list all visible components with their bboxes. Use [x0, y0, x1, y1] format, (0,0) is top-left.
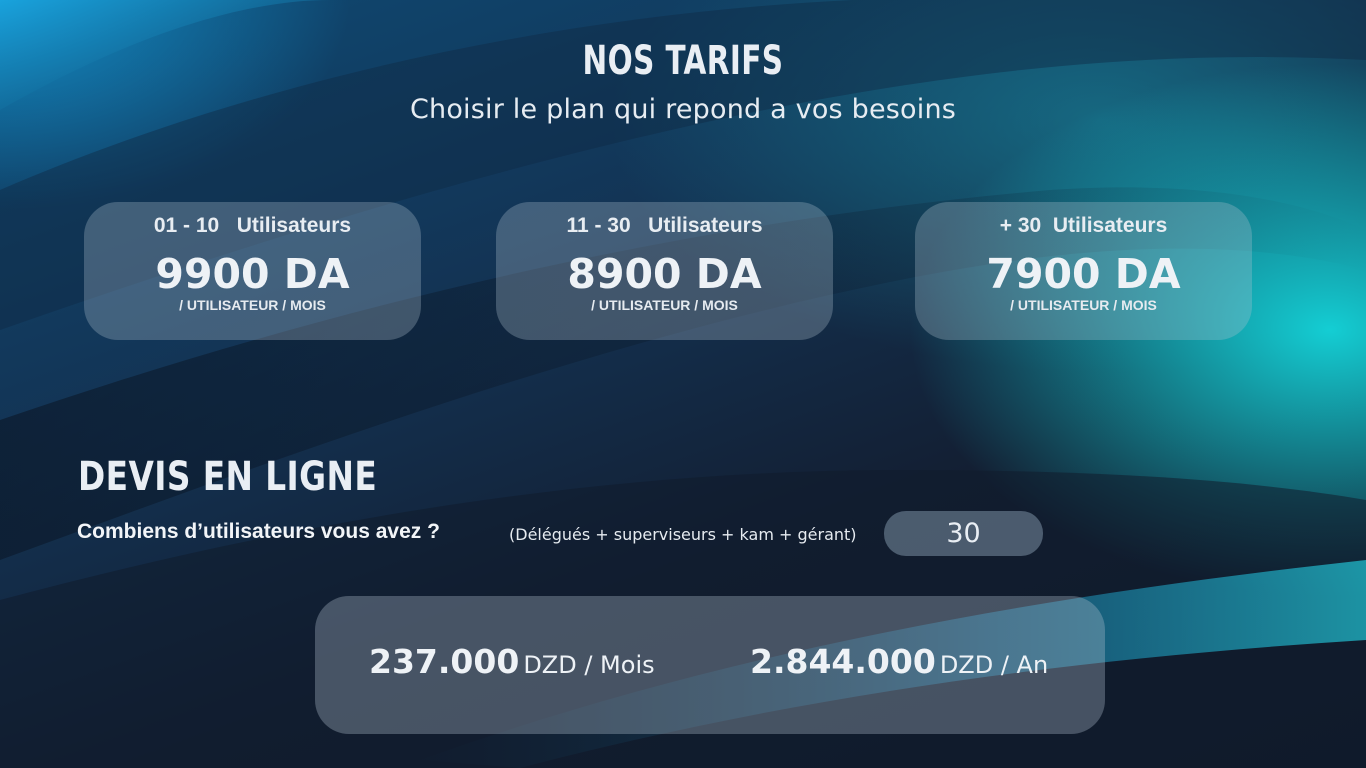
yearly-total-unit: DZD / An [939, 651, 1049, 679]
quote-section-title: DEVIS EN LIGNE [78, 454, 378, 500]
monthly-total: 237.000 DZD / Mois [369, 642, 655, 681]
plan-card-30-plus[interactable]: + 30 Utilisateurs 7900 DA / UTILISATEUR … [915, 202, 1252, 340]
plan-price: 8900 DA [567, 250, 762, 298]
plan-price-unit: / UTILISATEUR / MOIS [1010, 297, 1157, 313]
plan-price: 9900 DA [155, 250, 350, 298]
quote-result-panel: 237.000 DZD / Mois 2.844.000 DZD / An [315, 596, 1105, 734]
monthly-total-amount: 237.000 [369, 642, 520, 681]
user-count-hint: (Délégués + superviseurs + kam + gérant) [509, 525, 857, 544]
plan-users-label: 11 - 30 Utilisateurs [566, 214, 763, 237]
user-count-question: Combiens d’utilisateurs vous avez ? [77, 520, 440, 543]
plan-price-unit: / UTILISATEUR / MOIS [591, 297, 738, 313]
plan-card-1-10[interactable]: 01 - 10 Utilisateurs 9900 DA / UTILISATE… [84, 202, 421, 340]
plan-price: 7900 DA [986, 250, 1181, 298]
plan-users-label: + 30 Utilisateurs [999, 214, 1168, 237]
plan-users-label: 01 - 10 Utilisateurs [153, 214, 352, 237]
plan-price-unit: / UTILISATEUR / MOIS [179, 297, 326, 313]
plan-card-11-30[interactable]: 11 - 30 Utilisateurs 8900 DA / UTILISATE… [496, 202, 833, 340]
page-subtitle: Choisir le plan qui repond a vos besoins [409, 94, 957, 125]
yearly-total-amount: 2.844.000 [750, 642, 936, 681]
page-title: NOS TARIFS [582, 38, 784, 84]
user-count-input[interactable] [884, 511, 1043, 556]
monthly-total-unit: DZD / Mois [523, 651, 655, 679]
yearly-total: 2.844.000 DZD / An [750, 642, 1048, 681]
